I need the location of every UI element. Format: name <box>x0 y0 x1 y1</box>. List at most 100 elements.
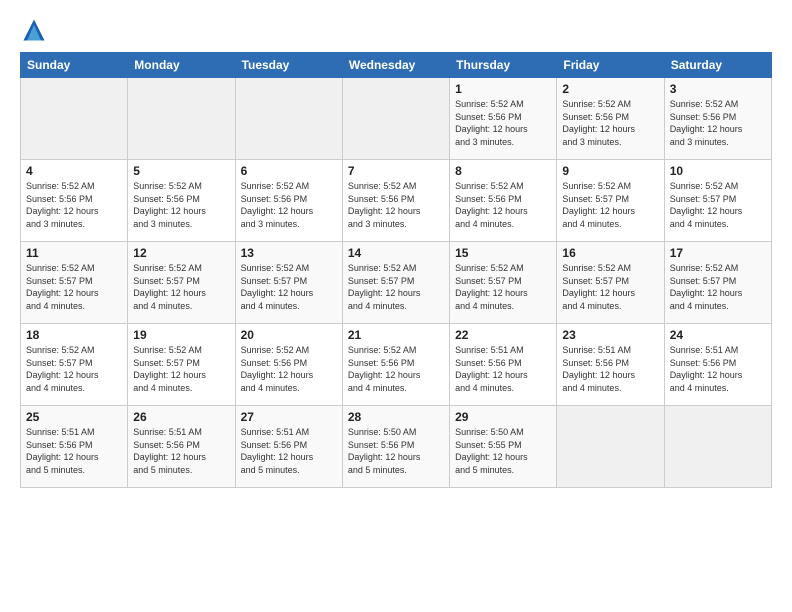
day-number: 23 <box>562 328 658 342</box>
day-info: Sunrise: 5:51 AM Sunset: 5:56 PM Dayligh… <box>670 344 766 394</box>
calendar-week-3: 11 Sunrise: 5:52 AM Sunset: 5:57 PM Dayli… <box>21 242 772 324</box>
calendar-cell: 10 Sunrise: 5:52 AM Sunset: 5:57 PM Dayli… <box>664 160 771 242</box>
day-info: Sunrise: 5:52 AM Sunset: 5:57 PM Dayligh… <box>133 262 229 312</box>
day-number: 19 <box>133 328 229 342</box>
day-number: 10 <box>670 164 766 178</box>
calendar-cell: 15 Sunrise: 5:52 AM Sunset: 5:57 PM Dayli… <box>450 242 557 324</box>
calendar-cell: 24 Sunrise: 5:51 AM Sunset: 5:56 PM Dayli… <box>664 324 771 406</box>
calendar-cell <box>664 406 771 488</box>
day-info: Sunrise: 5:52 AM Sunset: 5:57 PM Dayligh… <box>241 262 337 312</box>
day-number: 11 <box>26 246 122 260</box>
calendar-header-saturday: Saturday <box>664 53 771 78</box>
calendar-cell: 17Sunrise: 5:52 AM Sunset: 5:57 PM Dayli… <box>664 242 771 324</box>
day-number: 28 <box>348 410 444 424</box>
day-info: Sunrise: 5:52 AM Sunset: 5:57 PM Dayligh… <box>26 344 122 394</box>
calendar-cell: 1 Sunrise: 5:52 AM Sunset: 5:56 PM Daylig… <box>450 78 557 160</box>
calendar-cell: 23 Sunrise: 5:51 AM Sunset: 5:56 PM Dayli… <box>557 324 664 406</box>
day-number: 16 <box>562 246 658 260</box>
calendar-header-sunday: Sunday <box>21 53 128 78</box>
calendar-cell: 2Sunrise: 5:52 AM Sunset: 5:56 PM Daylig… <box>557 78 664 160</box>
calendar-cell: 16 Sunrise: 5:52 AM Sunset: 5:57 PM Dayli… <box>557 242 664 324</box>
calendar-header-thursday: Thursday <box>450 53 557 78</box>
day-info: Sunrise: 5:52 AM Sunset: 5:56 PM Dayligh… <box>26 180 122 230</box>
calendar-header-wednesday: Wednesday <box>342 53 449 78</box>
calendar-cell <box>235 78 342 160</box>
day-info: Sunrise: 5:51 AM Sunset: 5:56 PM Dayligh… <box>26 426 122 476</box>
day-number: 6 <box>241 164 337 178</box>
calendar-cell: 28 Sunrise: 5:50 AM Sunset: 5:56 PM Dayli… <box>342 406 449 488</box>
day-info: Sunrise: 5:51 AM Sunset: 5:56 PM Dayligh… <box>455 344 551 394</box>
calendar-cell: 22 Sunrise: 5:51 AM Sunset: 5:56 PM Dayli… <box>450 324 557 406</box>
logo-icon <box>20 16 48 44</box>
day-info: Sunrise: 5:52 AM Sunset: 5:57 PM Dayligh… <box>670 180 766 230</box>
calendar-cell: 18 Sunrise: 5:52 AM Sunset: 5:57 PM Dayli… <box>21 324 128 406</box>
calendar-cell <box>557 406 664 488</box>
calendar-cell <box>21 78 128 160</box>
calendar-cell: 25 Sunrise: 5:51 AM Sunset: 5:56 PM Dayli… <box>21 406 128 488</box>
calendar-cell: 6 Sunrise: 5:52 AM Sunset: 5:56 PM Daylig… <box>235 160 342 242</box>
day-info: Sunrise: 5:52 AM Sunset: 5:56 PM Dayligh… <box>348 344 444 394</box>
day-number: 4 <box>26 164 122 178</box>
day-info: Sunrise: 5:52 AM Sunset: 5:57 PM Dayligh… <box>133 344 229 394</box>
day-number: 7 <box>348 164 444 178</box>
day-number: 24 <box>670 328 766 342</box>
day-info: Sunrise: 5:51 AM Sunset: 5:56 PM Dayligh… <box>133 426 229 476</box>
day-number: 22 <box>455 328 551 342</box>
logo <box>20 16 52 44</box>
calendar-cell: 11 Sunrise: 5:52 AM Sunset: 5:57 PM Dayli… <box>21 242 128 324</box>
calendar-header-friday: Friday <box>557 53 664 78</box>
day-number: 9 <box>562 164 658 178</box>
calendar-cell: 9 Sunrise: 5:52 AM Sunset: 5:57 PM Daylig… <box>557 160 664 242</box>
page: SundayMondayTuesdayWednesdayThursdayFrid… <box>0 0 792 612</box>
day-info: Sunrise: 5:52 AM Sunset: 5:56 PM Dayligh… <box>133 180 229 230</box>
day-number: 3 <box>670 82 766 96</box>
day-info: Sunrise: 5:52 AM Sunset: 5:56 PM Dayligh… <box>562 98 658 148</box>
calendar-cell: 12 Sunrise: 5:52 AM Sunset: 5:57 PM Dayli… <box>128 242 235 324</box>
calendar-week-1: 1 Sunrise: 5:52 AM Sunset: 5:56 PM Daylig… <box>21 78 772 160</box>
day-info: Sunrise: 5:52 AM Sunset: 5:56 PM Dayligh… <box>455 98 551 148</box>
calendar-cell: 21 Sunrise: 5:52 AM Sunset: 5:56 PM Dayli… <box>342 324 449 406</box>
calendar-header-row: SundayMondayTuesdayWednesdayThursdayFrid… <box>21 53 772 78</box>
day-number: 21 <box>348 328 444 342</box>
day-info: Sunrise: 5:52 AM Sunset: 5:56 PM Dayligh… <box>241 180 337 230</box>
day-number: 25 <box>26 410 122 424</box>
day-number: 13 <box>241 246 337 260</box>
day-number: 8 <box>455 164 551 178</box>
calendar-cell: 4 Sunrise: 5:52 AM Sunset: 5:56 PM Daylig… <box>21 160 128 242</box>
day-info: Sunrise: 5:52 AM Sunset: 5:57 PM Dayligh… <box>670 262 766 312</box>
day-info: Sunrise: 5:52 AM Sunset: 5:57 PM Dayligh… <box>562 180 658 230</box>
calendar-cell: 29Sunrise: 5:50 AM Sunset: 5:55 PM Dayli… <box>450 406 557 488</box>
day-number: 5 <box>133 164 229 178</box>
calendar-cell: 20 Sunrise: 5:52 AM Sunset: 5:56 PM Dayli… <box>235 324 342 406</box>
calendar-cell: 27 Sunrise: 5:51 AM Sunset: 5:56 PM Dayli… <box>235 406 342 488</box>
calendar-header-monday: Monday <box>128 53 235 78</box>
calendar-cell: 5 Sunrise: 5:52 AM Sunset: 5:56 PM Daylig… <box>128 160 235 242</box>
calendar-cell: 19 Sunrise: 5:52 AM Sunset: 5:57 PM Dayli… <box>128 324 235 406</box>
day-info: Sunrise: 5:50 AM Sunset: 5:56 PM Dayligh… <box>348 426 444 476</box>
calendar-week-4: 18 Sunrise: 5:52 AM Sunset: 5:57 PM Dayli… <box>21 324 772 406</box>
calendar-cell <box>342 78 449 160</box>
day-number: 27 <box>241 410 337 424</box>
day-info: Sunrise: 5:52 AM Sunset: 5:57 PM Dayligh… <box>455 262 551 312</box>
day-info: Sunrise: 5:52 AM Sunset: 5:56 PM Dayligh… <box>241 344 337 394</box>
day-info: Sunrise: 5:51 AM Sunset: 5:56 PM Dayligh… <box>241 426 337 476</box>
day-info: Sunrise: 5:52 AM Sunset: 5:56 PM Dayligh… <box>670 98 766 148</box>
calendar-cell: 7 Sunrise: 5:52 AM Sunset: 5:56 PM Daylig… <box>342 160 449 242</box>
day-number: 1 <box>455 82 551 96</box>
day-number: 20 <box>241 328 337 342</box>
day-info: Sunrise: 5:51 AM Sunset: 5:56 PM Dayligh… <box>562 344 658 394</box>
calendar-cell <box>128 78 235 160</box>
day-number: 12 <box>133 246 229 260</box>
calendar-cell: 3 Sunrise: 5:52 AM Sunset: 5:56 PM Daylig… <box>664 78 771 160</box>
calendar-week-2: 4 Sunrise: 5:52 AM Sunset: 5:56 PM Daylig… <box>21 160 772 242</box>
day-info: Sunrise: 5:52 AM Sunset: 5:57 PM Dayligh… <box>562 262 658 312</box>
calendar: SundayMondayTuesdayWednesdayThursdayFrid… <box>20 52 772 488</box>
day-info: Sunrise: 5:52 AM Sunset: 5:57 PM Dayligh… <box>26 262 122 312</box>
calendar-cell: 8Sunrise: 5:52 AM Sunset: 5:56 PM Daylig… <box>450 160 557 242</box>
day-number: 15 <box>455 246 551 260</box>
day-info: Sunrise: 5:52 AM Sunset: 5:56 PM Dayligh… <box>348 180 444 230</box>
header <box>20 16 772 44</box>
calendar-cell: 14Sunrise: 5:52 AM Sunset: 5:57 PM Dayli… <box>342 242 449 324</box>
day-number: 18 <box>26 328 122 342</box>
day-info: Sunrise: 5:50 AM Sunset: 5:55 PM Dayligh… <box>455 426 551 476</box>
